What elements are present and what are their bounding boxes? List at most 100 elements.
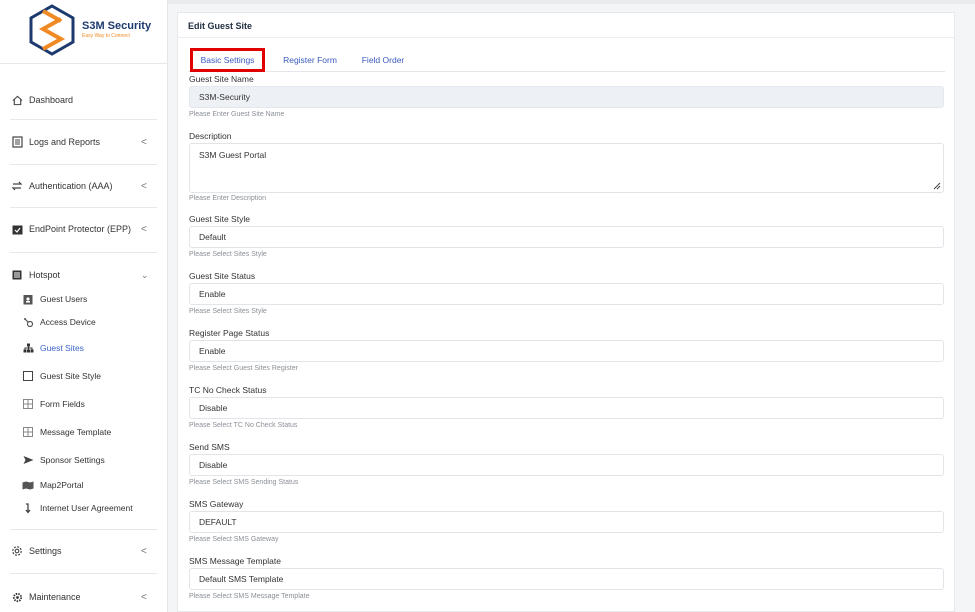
sync-icon: [11, 180, 23, 192]
tab-field-order[interactable]: Field Order: [359, 48, 407, 72]
arrow-down-icon: [22, 502, 34, 514]
sidebar-item-maintenance[interactable]: Maintenance <: [0, 585, 168, 609]
cog-icon: [11, 591, 23, 603]
chevron-left-icon: <: [141, 136, 147, 148]
site-status-label: Guest Site Status: [189, 271, 256, 281]
site-name-help: Please Enter Guest Site Name: [189, 111, 285, 118]
divider: [178, 37, 954, 38]
register-status-help: Please Select Guest Sites Register: [189, 365, 298, 372]
register-status-select[interactable]: Enable: [189, 340, 944, 362]
sms-template-select[interactable]: Default SMS Template: [189, 568, 944, 590]
sidebar-item-authentication[interactable]: Authentication (AAA) <: [0, 174, 168, 198]
divider: [10, 119, 157, 120]
sidebar-item-label: Hotspot: [29, 270, 61, 280]
sidebar: S3M Security Easy Way to Connect Dashboa…: [0, 0, 168, 612]
site-style-select[interactable]: Default: [189, 226, 944, 248]
description-textarea[interactable]: S3M Guest Portal: [189, 143, 944, 193]
divider: [0, 63, 168, 64]
sidebar-subitem-access-device[interactable]: Access Device: [0, 312, 168, 332]
chevron-down-icon: ⌄: [141, 269, 149, 280]
sidebar-subitem-label: Form Fields: [40, 399, 85, 409]
sms-gateway-label: SMS Gateway: [189, 499, 244, 509]
sidebar-subitem-message-template[interactable]: Message Template: [0, 422, 168, 442]
sidebar-item-label: Maintenance: [29, 592, 81, 602]
chevron-left-icon: <: [141, 545, 147, 557]
sms-template-label: SMS Message Template: [189, 556, 281, 566]
description-help: Please Enter Description: [189, 195, 267, 202]
send-sms-label: Send SMS: [189, 442, 230, 452]
map-icon: [22, 479, 34, 491]
chevron-left-icon: <: [141, 591, 147, 603]
brand-tagline: Easy Way to Connect: [82, 33, 130, 39]
sms-gateway-select[interactable]: DEFAULT: [189, 511, 944, 533]
sidebar-subitem-label: Guest Sites: [40, 343, 84, 353]
site-style-label: Guest Site Style: [189, 214, 250, 224]
home-icon: [11, 94, 23, 106]
tc-status-select[interactable]: Disable: [189, 397, 944, 419]
sidebar-subitem-sponsor-settings[interactable]: Sponsor Settings: [0, 450, 168, 470]
tc-status-label: TC No Check Status: [189, 385, 267, 395]
register-status-label: Register Page Status: [189, 328, 270, 338]
divider: [10, 164, 157, 165]
document-icon: [11, 136, 23, 148]
site-status-select[interactable]: Enable: [189, 283, 944, 305]
tab-bar: Basic Settings Register Form Field Order: [188, 48, 945, 72]
sidebar-subitem-label: Map2Portal: [40, 480, 84, 490]
sidebar-item-hotspot[interactable]: Hotspot ⌄: [0, 263, 168, 287]
sidebar-subitem-label: Message Template: [40, 427, 112, 437]
gear-icon: [11, 545, 23, 557]
edit-guest-site-card: Edit Guest Site Basic Settings Register …: [177, 12, 955, 612]
resize-handle-icon[interactable]: [933, 182, 941, 190]
grid-icon: [22, 398, 34, 410]
divider: [10, 529, 157, 530]
sidebar-subitem-label: Internet User Agreement: [40, 503, 133, 513]
site-name-input[interactable]: S3M-Security: [189, 86, 944, 108]
send-sms-help: Please Select SMS Sending Status: [189, 479, 299, 486]
sidebar-subitem-label: Sponsor Settings: [40, 455, 105, 465]
divider: [10, 252, 157, 253]
sidebar-subitem-internet-user-agreement[interactable]: Internet User Agreement: [0, 498, 168, 518]
site-name-label: Guest Site Name: [189, 74, 254, 84]
id-badge-icon: [22, 293, 34, 305]
top-strip: [168, 0, 975, 4]
sidebar-subitem-label: Guest Site Style: [40, 371, 101, 381]
site-status-help: Please Select Sites Style: [189, 308, 267, 315]
tab-register-form[interactable]: Register Form: [280, 48, 340, 72]
sidebar-item-label: Dashboard: [29, 95, 74, 105]
hubspot-icon: [22, 316, 34, 328]
divider: [10, 207, 157, 208]
list-icon: [11, 269, 23, 281]
square-icon: [22, 370, 34, 382]
description-label: Description: [189, 131, 232, 141]
sitemap-icon: [22, 342, 34, 354]
divider: [10, 573, 157, 574]
sidebar-item-label: Authentication (AAA): [29, 181, 113, 191]
sidebar-subitem-label: Guest Users: [40, 294, 88, 304]
sms-gateway-help: Please Select SMS Gateway: [189, 536, 279, 543]
s3m-logo-icon: [29, 4, 75, 56]
tc-status-help: Please Select TC No Check Status: [189, 422, 298, 429]
sidebar-subitem-form-fields[interactable]: Form Fields: [0, 394, 168, 414]
chevron-left-icon: <: [141, 223, 147, 235]
site-style-help: Please Select Sites Style: [189, 251, 267, 258]
sidebar-subitem-guest-sites[interactable]: Guest Sites: [0, 338, 168, 358]
page-title: Edit Guest Site: [188, 21, 253, 31]
tab-basic-settings[interactable]: Basic Settings: [190, 48, 265, 72]
send-sms-select[interactable]: Disable: [189, 454, 944, 476]
sidebar-item-dashboard[interactable]: Dashboard: [0, 88, 168, 112]
sidebar-subitem-guest-site-style[interactable]: Guest Site Style: [0, 366, 168, 386]
description-value: S3M Guest Portal: [199, 150, 267, 160]
sidebar-item-logs-and-reports[interactable]: Logs and Reports <: [0, 130, 168, 154]
sms-template-help: Please Select SMS Message Template: [189, 593, 310, 600]
sidebar-subitem-map2portal[interactable]: Map2Portal: [0, 475, 168, 495]
grid-icon: [22, 426, 34, 438]
sidebar-subitem-guest-users[interactable]: Guest Users: [0, 289, 168, 309]
brand-name: S3M Security: [82, 20, 152, 32]
sidebar-item-settings[interactable]: Settings <: [0, 539, 168, 563]
brand-logo[interactable]: S3M Security Easy Way to Connect: [28, 4, 158, 58]
chevron-left-icon: <: [141, 180, 147, 192]
sidebar-item-label: Settings: [29, 546, 62, 556]
sidebar-subitem-label: Access Device: [40, 317, 96, 327]
sidebar-item-endpoint-protector[interactable]: EndPoint Protector (EPP) <: [0, 217, 168, 241]
sidebar-item-label: EndPoint Protector (EPP): [29, 224, 132, 234]
